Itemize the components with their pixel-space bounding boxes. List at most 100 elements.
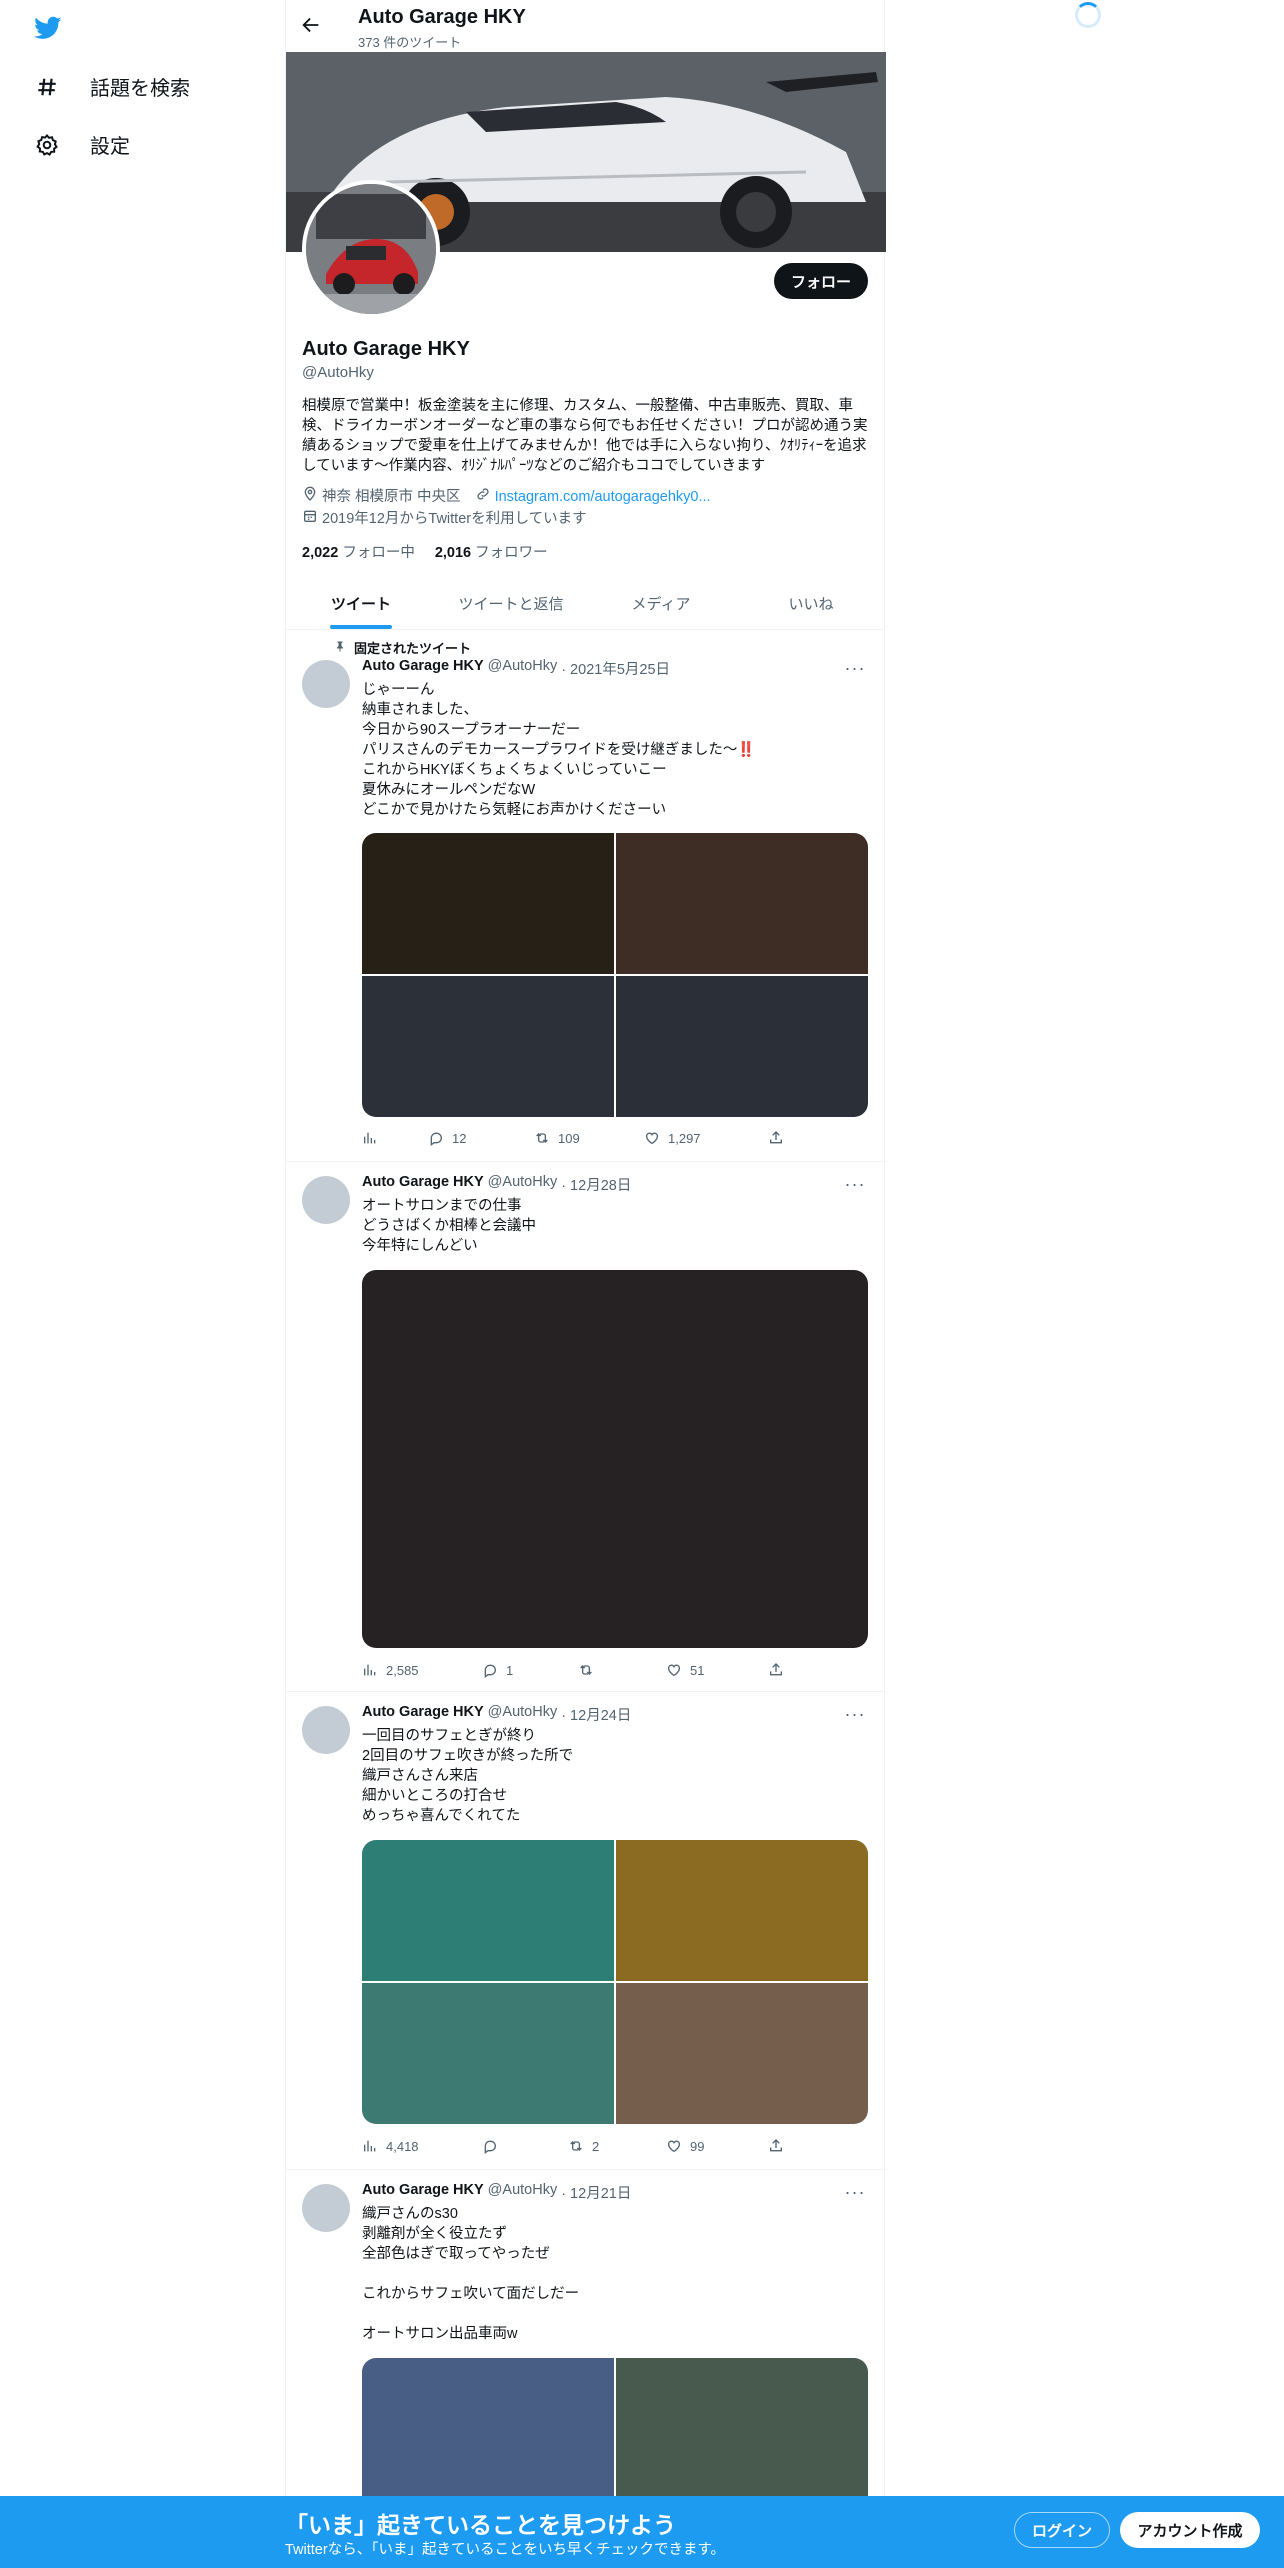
avatar[interactable] bbox=[302, 1176, 350, 1224]
retweet-icon bbox=[536, 1133, 548, 1143]
profile-link[interactable]: Instagram.com/autogaragehky0... bbox=[495, 487, 711, 507]
tweet-author-name[interactable]: Auto Garage HKY bbox=[362, 658, 484, 679]
heart-icon bbox=[668, 1664, 680, 1677]
more-options-icon[interactable]: ··· bbox=[842, 658, 868, 678]
media-photo[interactable] bbox=[616, 2358, 868, 2499]
twitter-bird-icon[interactable] bbox=[32, 14, 64, 42]
reply-count: 12 bbox=[452, 1130, 467, 1146]
media-photo[interactable] bbox=[362, 1270, 868, 1648]
tweet-date[interactable]: · 12月24日 bbox=[561, 1704, 631, 1725]
analytics-icon bbox=[364, 1132, 376, 1144]
reply-button[interactable]: 12 bbox=[428, 1130, 466, 1146]
followers-label: フォロワー bbox=[475, 545, 548, 561]
media-photo[interactable] bbox=[362, 1840, 614, 1981]
retweet-icon bbox=[580, 1665, 592, 1675]
views-count: 4,418 bbox=[386, 2138, 419, 2154]
tweet[interactable]: Auto Garage HKY @AutoHky · 12月24日 ··· 一回… bbox=[286, 1692, 886, 2170]
avatar[interactable] bbox=[302, 660, 350, 708]
location-pin-icon bbox=[302, 486, 322, 508]
more-options-icon[interactable]: ··· bbox=[842, 1704, 868, 1724]
views-button[interactable] bbox=[362, 1130, 386, 1146]
like-button[interactable]: 51 bbox=[666, 1662, 704, 1678]
tab-tweets-and-replies[interactable]: ツイートと返信 bbox=[436, 578, 586, 629]
follow-button[interactable]: フォロー bbox=[774, 263, 868, 299]
back-arrow-icon[interactable] bbox=[300, 14, 322, 36]
media-photo[interactable] bbox=[362, 2358, 614, 2499]
loading-spinner-icon bbox=[1075, 2, 1101, 28]
views-button[interactable]: 2,585 bbox=[362, 1662, 419, 1678]
analytics-icon bbox=[364, 2140, 376, 2152]
retweet-button[interactable]: 109 bbox=[534, 1130, 580, 1146]
following-label: フォロー中 bbox=[342, 545, 415, 561]
views-button[interactable]: 4,418 bbox=[362, 2138, 419, 2154]
media-photo[interactable] bbox=[362, 1983, 614, 2124]
share-button[interactable] bbox=[768, 2138, 784, 2154]
media-photo[interactable] bbox=[362, 976, 614, 1117]
share-icon bbox=[770, 2139, 782, 2152]
profile-name: Auto Garage HKY bbox=[302, 338, 470, 360]
share-button[interactable] bbox=[768, 1130, 784, 1146]
reply-button[interactable] bbox=[482, 2138, 506, 2154]
media-photo[interactable] bbox=[616, 1983, 868, 2124]
following-count: 2,022 bbox=[302, 545, 339, 561]
tweet-date[interactable]: · 12月28日 bbox=[561, 1174, 631, 1195]
more-options-icon[interactable]: ··· bbox=[842, 1174, 868, 1194]
share-icon bbox=[770, 1131, 782, 1144]
tweet-date[interactable]: · 2021年5月25日 bbox=[561, 658, 670, 679]
profile-bio: 相模原で営業中！板金塗装を主に修理、カスタム、一般整備、中古車販売、買取、車検、… bbox=[302, 398, 868, 474]
avatar[interactable] bbox=[302, 2184, 350, 2232]
like-count: 51 bbox=[690, 1662, 705, 1678]
tweet[interactable]: 固定されたツイート Auto Garage HKY @AutoHky · 202… bbox=[286, 630, 886, 1162]
tweet-text: 織戸さんのs30 剥離剤が全く役立たず 全部色はぎで取ってやったぜ これからサフ… bbox=[362, 2206, 580, 2342]
like-button[interactable]: 1,297 bbox=[644, 1130, 701, 1146]
calendar-icon bbox=[302, 508, 322, 530]
tweet-header: Auto Garage HKY @AutoHky · 12月28日 bbox=[362, 1174, 631, 1195]
tweet-text: オートサロンまでの仕事 どうさばくか相棒と会議中 今年特にしんどい bbox=[362, 1198, 536, 1254]
profile-tabs: ツイート ツイートと返信 メディア いいね bbox=[286, 578, 886, 630]
login-button[interactable]: ログイン bbox=[1014, 2512, 1110, 2548]
tweet-count: 373 件のツイート bbox=[358, 35, 462, 50]
profile-avatar[interactable] bbox=[302, 180, 440, 318]
share-button[interactable] bbox=[768, 1662, 784, 1678]
tab-tweets[interactable]: ツイート bbox=[286, 578, 436, 629]
reply-icon bbox=[484, 1664, 496, 1678]
media-photo[interactable] bbox=[616, 833, 868, 974]
tweet-header: Auto Garage HKY @AutoHky · 2021年5月25日 bbox=[362, 658, 670, 679]
profile-handle: @AutoHky bbox=[302, 364, 374, 381]
media-photo[interactable] bbox=[616, 1840, 868, 1981]
tweet-media bbox=[362, 1270, 868, 1648]
retweet-button[interactable]: 2 bbox=[568, 2138, 599, 2154]
tweet-date[interactable]: · 12月21日 bbox=[561, 2182, 631, 2203]
followers-stat[interactable]: 2,016 フォロワー bbox=[435, 541, 548, 562]
media-photo[interactable] bbox=[362, 833, 614, 974]
retweet-button[interactable] bbox=[578, 1662, 602, 1678]
reply-count: 1 bbox=[506, 1662, 514, 1678]
sidebar-item-label: 話題を検索 bbox=[90, 78, 190, 100]
tweet-author-handle: @AutoHky bbox=[487, 1174, 558, 1190]
profile-joined: 2019年12月からTwitterを利用しています bbox=[322, 511, 587, 527]
like-count: 1,297 bbox=[668, 1130, 701, 1146]
sidebar-item-settings[interactable]: 設定 bbox=[34, 130, 130, 159]
link-icon bbox=[475, 486, 495, 508]
tweet[interactable]: Auto Garage HKY @AutoHky · 12月28日 ··· オー… bbox=[286, 1162, 886, 1692]
sidebar-item-explore[interactable]: 話題を検索 bbox=[34, 72, 190, 101]
tweet-author-name[interactable]: Auto Garage HKY bbox=[362, 1174, 484, 1195]
create-account-button[interactable]: アカウント作成 bbox=[1120, 2512, 1260, 2548]
retweet-count: 109 bbox=[558, 1130, 580, 1146]
avatar[interactable] bbox=[302, 1706, 350, 1754]
reply-icon bbox=[430, 1132, 442, 1146]
retweet-icon bbox=[570, 2141, 582, 2151]
tweet-author-name[interactable]: Auto Garage HKY bbox=[362, 2182, 484, 2203]
reply-button[interactable]: 1 bbox=[482, 1662, 513, 1678]
tweet-author-name[interactable]: Auto Garage HKY bbox=[362, 1704, 484, 1725]
profile-column: Auto Garage HKY 373 件のツイート フォロー Auto Gar… bbox=[285, 0, 886, 2568]
tab-media[interactable]: メディア bbox=[586, 578, 736, 629]
tab-likes[interactable]: いいね bbox=[736, 578, 886, 629]
more-options-icon[interactable]: ··· bbox=[842, 2182, 868, 2202]
pin-icon bbox=[334, 639, 346, 656]
following-stat[interactable]: 2,022 フォロー中 bbox=[302, 541, 415, 562]
media-photo[interactable] bbox=[616, 976, 868, 1117]
profile-location: 神奈 相模原市 中央区 bbox=[322, 489, 461, 505]
like-button[interactable]: 99 bbox=[666, 2138, 704, 2154]
retweet-count: 2 bbox=[592, 2138, 600, 2154]
